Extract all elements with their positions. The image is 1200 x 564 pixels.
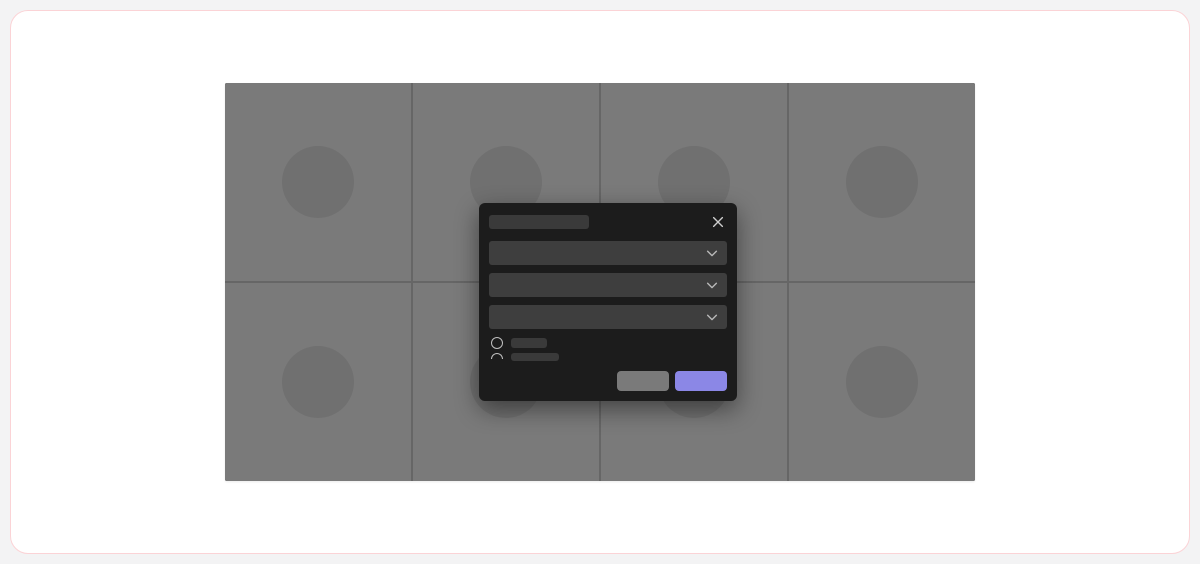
dialog-title <box>489 215 589 229</box>
placeholder-icon <box>282 146 354 218</box>
grid-tile[interactable] <box>225 283 411 481</box>
placeholder-icon <box>282 346 354 418</box>
radio-icon <box>491 337 503 349</box>
dropdown-3[interactable] <box>489 305 727 329</box>
confirm-button[interactable] <box>675 371 727 391</box>
radio-icon <box>491 353 503 359</box>
placeholder-icon <box>846 346 918 418</box>
radio-label <box>511 338 547 348</box>
cancel-button[interactable] <box>617 371 669 391</box>
close-icon <box>711 215 725 229</box>
radio-option-2[interactable] <box>489 353 727 361</box>
grid-tile[interactable] <box>789 83 975 281</box>
chevron-down-icon <box>705 310 719 324</box>
close-button[interactable] <box>709 213 727 231</box>
chevron-down-icon <box>705 278 719 292</box>
grid-tile[interactable] <box>225 83 411 281</box>
dropdown-2[interactable] <box>489 273 727 297</box>
dialog <box>479 203 737 401</box>
radio-option-1[interactable] <box>489 337 727 349</box>
radio-label <box>511 353 559 361</box>
dialog-footer <box>489 371 727 391</box>
dialog-header <box>489 213 727 231</box>
canvas-area <box>225 83 975 481</box>
placeholder-icon <box>846 146 918 218</box>
grid-tile[interactable] <box>789 283 975 481</box>
chevron-down-icon <box>705 246 719 260</box>
dropdown-1[interactable] <box>489 241 727 265</box>
outer-card <box>10 10 1190 554</box>
